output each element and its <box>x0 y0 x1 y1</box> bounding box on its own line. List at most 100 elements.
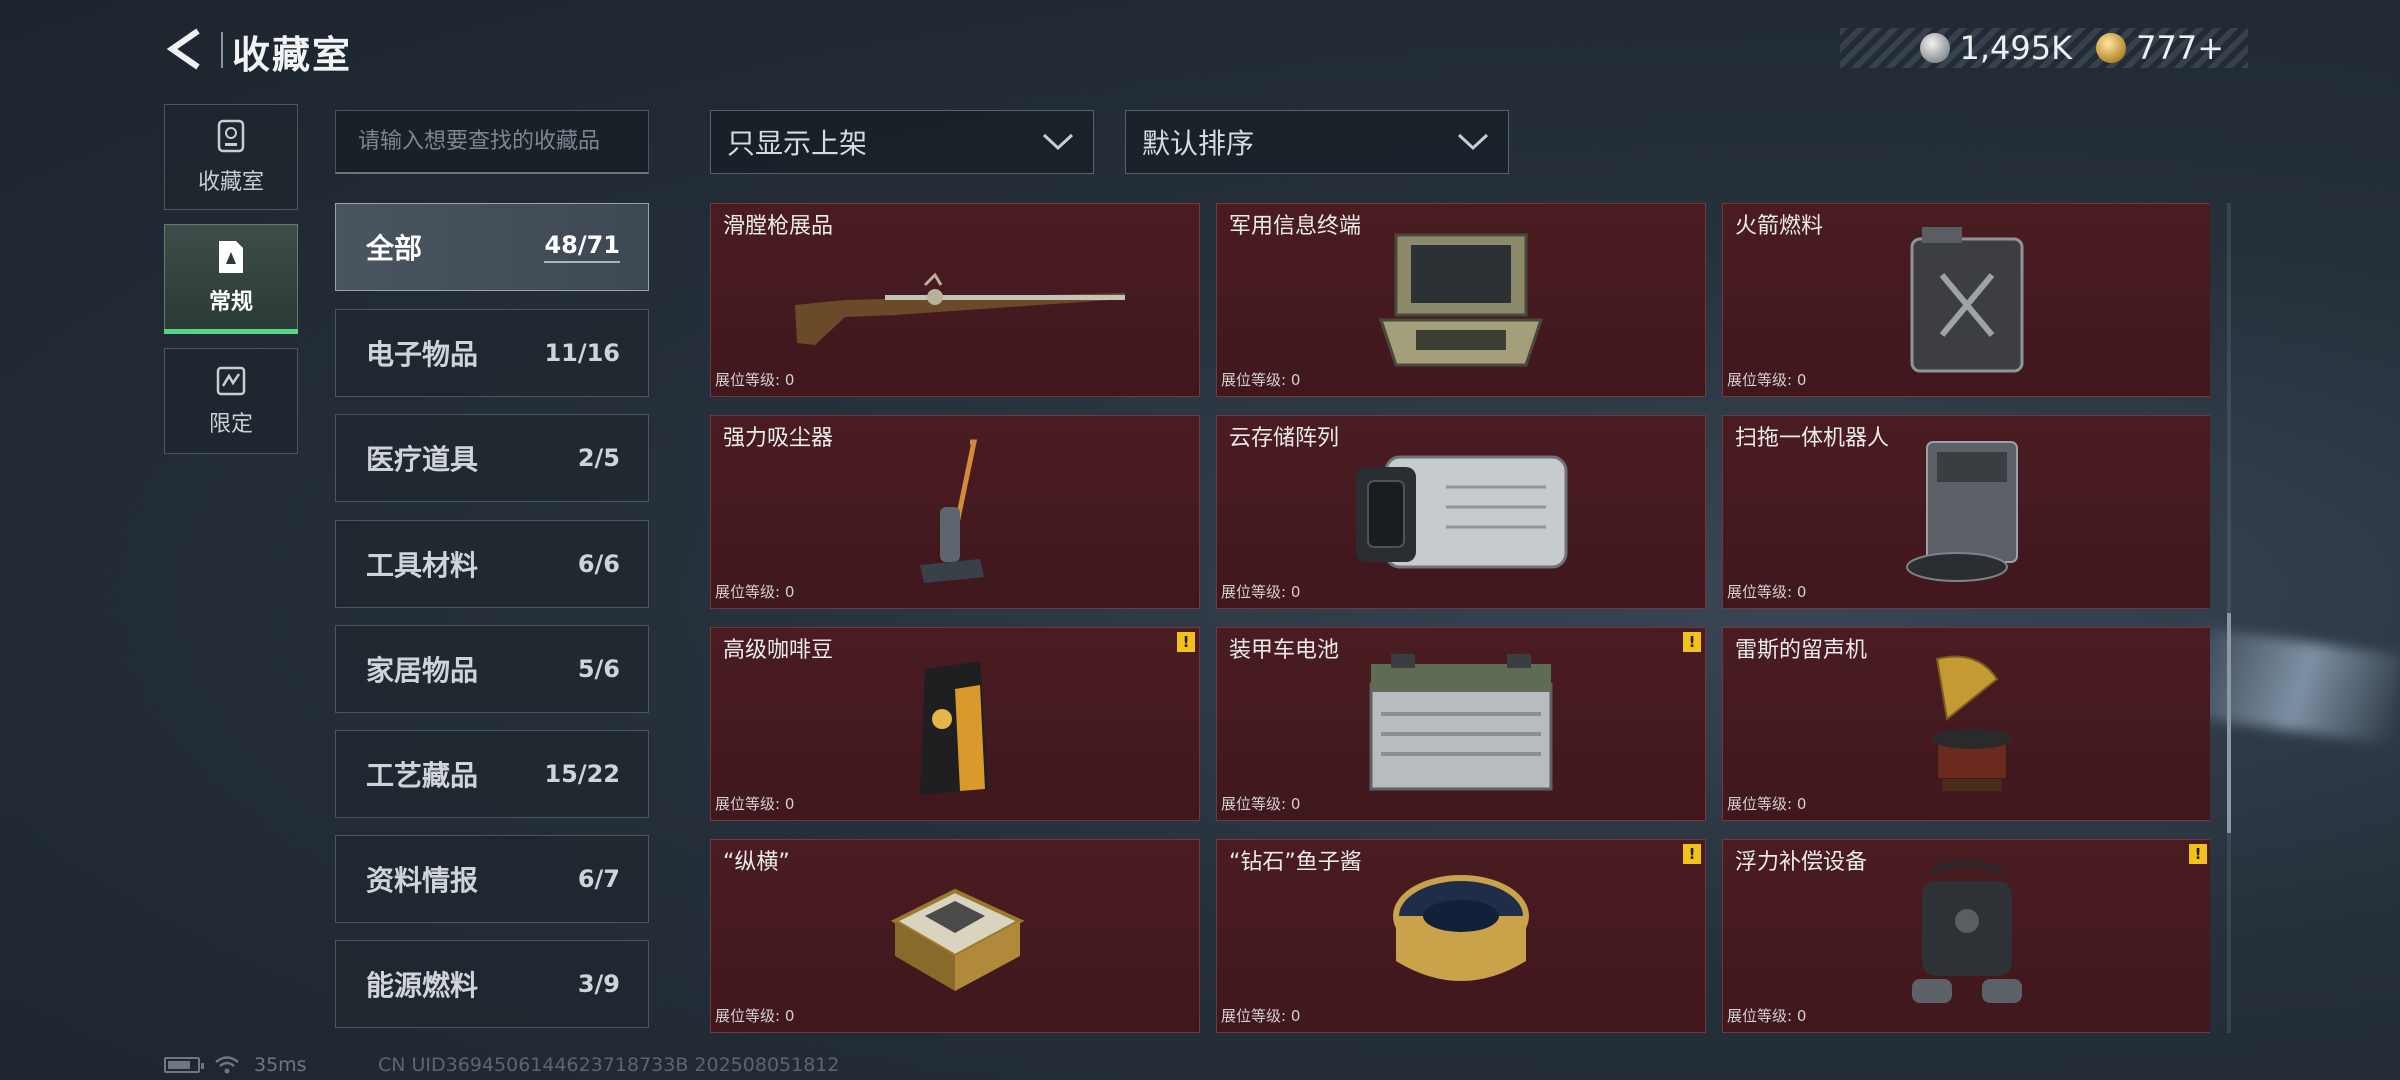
level-label: 展位等级 <box>1727 795 1788 813</box>
category-intel[interactable]: 资料情报 6/7 <box>335 835 649 923</box>
category-medical[interactable]: 医疗道具 2/5 <box>335 414 649 502</box>
booth-level: 展位等级: 0 <box>715 795 795 813</box>
category-electronics[interactable]: 电子物品 11/16 <box>335 309 649 397</box>
category-energy[interactable]: 能源燃料 3/9 <box>335 940 649 1028</box>
level-label: 展位等级 <box>1727 371 1788 389</box>
category-tools[interactable]: 工具材料 6/6 <box>335 520 649 608</box>
level-value: 0 <box>784 583 795 601</box>
category-count: 5/6 <box>577 655 620 683</box>
sort-dropdown[interactable]: 默认排序 <box>1125 110 1509 174</box>
caviar-tin-icon <box>1217 862 1705 1010</box>
level-value: 0 <box>1796 1007 1807 1025</box>
chess-box-icon <box>711 862 1199 1010</box>
category-all[interactable]: 全部 48/71 <box>335 203 649 291</box>
silver-amount: 1,495K <box>1959 29 2073 67</box>
level-value: 0 <box>784 371 795 389</box>
status-bar: 35ms <box>164 1054 307 1076</box>
search-box[interactable] <box>335 110 649 174</box>
tab-regular[interactable]: 常规 <box>164 224 298 334</box>
collection-card-buoyancy-device[interactable]: 浮力补偿设备 ! 展位等级: 0 <box>1722 839 2210 1033</box>
level-label: 展位等级 <box>1727 583 1788 601</box>
vacuum-cleaner-icon <box>711 438 1199 586</box>
category-crafts[interactable]: 工艺藏品 15/22 <box>335 730 649 818</box>
display-filter-dropdown[interactable]: 只显示上架 <box>710 110 1094 174</box>
fuel-canister-icon <box>1723 226 2210 374</box>
tab-label: 常规 <box>208 290 253 315</box>
collection-card-musket[interactable]: 滑膛枪展品 展位等级: 0 <box>710 203 1200 397</box>
collection-grid: 滑膛枪展品 展位等级: 0 军用信息终端 展位等级: 0 火箭燃料 展位等级: … <box>710 203 2210 1033</box>
scrollbar-thumb[interactable] <box>2227 613 2231 833</box>
level-label: 展位等级 <box>1727 1007 1788 1025</box>
booth-level: 展位等级: 0 <box>1221 795 1301 813</box>
grid-scrollbar[interactable] <box>2227 203 2231 1033</box>
collection-card-vacuum[interactable]: 强力吸尘器 展位等级: 0 <box>710 415 1200 609</box>
tab-label: 限定 <box>208 412 253 437</box>
collection-card-cloud-storage[interactable]: 云存储阵列 展位等级: 0 <box>1216 415 1706 609</box>
back-button[interactable] <box>160 24 210 74</box>
chevron-down-icon <box>1042 133 1074 151</box>
level-label: 展位等级 <box>1221 583 1282 601</box>
level-value: 0 <box>784 795 795 813</box>
collection-card-rocket-fuel[interactable]: 火箭燃料 展位等级: 0 <box>1722 203 2210 397</box>
silver-coin-icon <box>1919 33 1950 63</box>
gramophone-icon <box>1723 650 2210 798</box>
category-count: 3/9 <box>577 970 620 998</box>
category-count: 6/7 <box>577 865 620 893</box>
level-value: 0 <box>784 1007 795 1025</box>
booth-level: 展位等级: 0 <box>1727 583 1807 601</box>
booth-level: 展位等级: 0 <box>715 371 795 389</box>
page-title: 收藏室 <box>232 33 353 77</box>
level-value: 0 <box>1290 371 1301 389</box>
title-separator <box>221 32 223 68</box>
collection-card-caviar[interactable]: “钻石”鱼子酱 ! 展位等级: 0 <box>1216 839 1706 1033</box>
booth-level: 展位等级: 0 <box>1727 371 1807 389</box>
coffee-bag-icon <box>711 650 1199 798</box>
category-count: 2/5 <box>577 444 620 472</box>
booth-level: 展位等级: 0 <box>1221 1007 1301 1025</box>
gold-coin-icon <box>2096 33 2127 63</box>
military-terminal-icon <box>1217 226 1705 374</box>
collection-card-armored-battery[interactable]: 装甲车电池 ! 展位等级: 0 <box>1216 627 1706 821</box>
level-label: 展位等级 <box>1221 371 1282 389</box>
gold-amount: 777+ <box>2136 29 2224 67</box>
collection-card-military-terminal[interactable]: 军用信息终端 展位等级: 0 <box>1216 203 1706 397</box>
level-value: 0 <box>1290 583 1301 601</box>
category-count: 6/6 <box>577 550 620 578</box>
category-count: 15/22 <box>544 760 620 788</box>
battery-icon <box>164 1057 204 1073</box>
category-household[interactable]: 家居物品 5/6 <box>335 625 649 713</box>
tab-limited[interactable]: 限定 <box>164 348 298 454</box>
tab-collection-room[interactable]: 收藏室 <box>164 104 298 210</box>
booth-level: 展位等级: 0 <box>715 1007 795 1025</box>
musket-icon <box>711 226 1199 374</box>
collection-card-robot-mop[interactable]: 扫拖一体机器人 展位等级: 0 <box>1722 415 2210 609</box>
level-label: 展位等级 <box>1221 1007 1282 1025</box>
dropdown-value: 只显示上架 <box>727 127 868 160</box>
battery-icon <box>1217 650 1705 798</box>
warning-badge: ! <box>1683 632 1701 652</box>
category-name: 工艺藏品 <box>366 759 479 792</box>
user-uid: CN UID3694506144623718733B 202508051812 <box>378 1054 840 1076</box>
category-name: 家居物品 <box>366 654 479 687</box>
category-name: 电子物品 <box>366 338 479 371</box>
category-count: 48/71 <box>544 231 620 263</box>
collection-card-chess-box[interactable]: “纵横” 展位等级: 0 <box>710 839 1200 1033</box>
category-count: 11/16 <box>544 339 620 367</box>
chevron-down-icon <box>1457 133 1489 151</box>
booth-level: 展位等级: 0 <box>1221 371 1301 389</box>
buoyancy-device-icon <box>1723 861 2210 1010</box>
category-name: 医疗道具 <box>366 443 479 476</box>
booth-level: 展位等级: 0 <box>1727 795 1807 813</box>
category-name: 资料情报 <box>366 864 479 897</box>
collection-card-coffee-beans[interactable]: 高级咖啡豆 ! 展位等级: 0 <box>710 627 1200 821</box>
category-name: 工具材料 <box>366 549 479 582</box>
search-input[interactable] <box>336 111 648 172</box>
collection-card-gramophone[interactable]: 雷斯的留声机 展位等级: 0 <box>1722 627 2210 821</box>
level-value: 0 <box>1290 1007 1301 1025</box>
level-label: 展位等级 <box>715 583 776 601</box>
tab-label: 收藏室 <box>197 170 264 195</box>
category-name: 能源燃料 <box>366 969 479 1002</box>
trophy-icon <box>217 119 245 153</box>
level-value: 0 <box>1290 795 1301 813</box>
limited-icon <box>216 366 246 396</box>
